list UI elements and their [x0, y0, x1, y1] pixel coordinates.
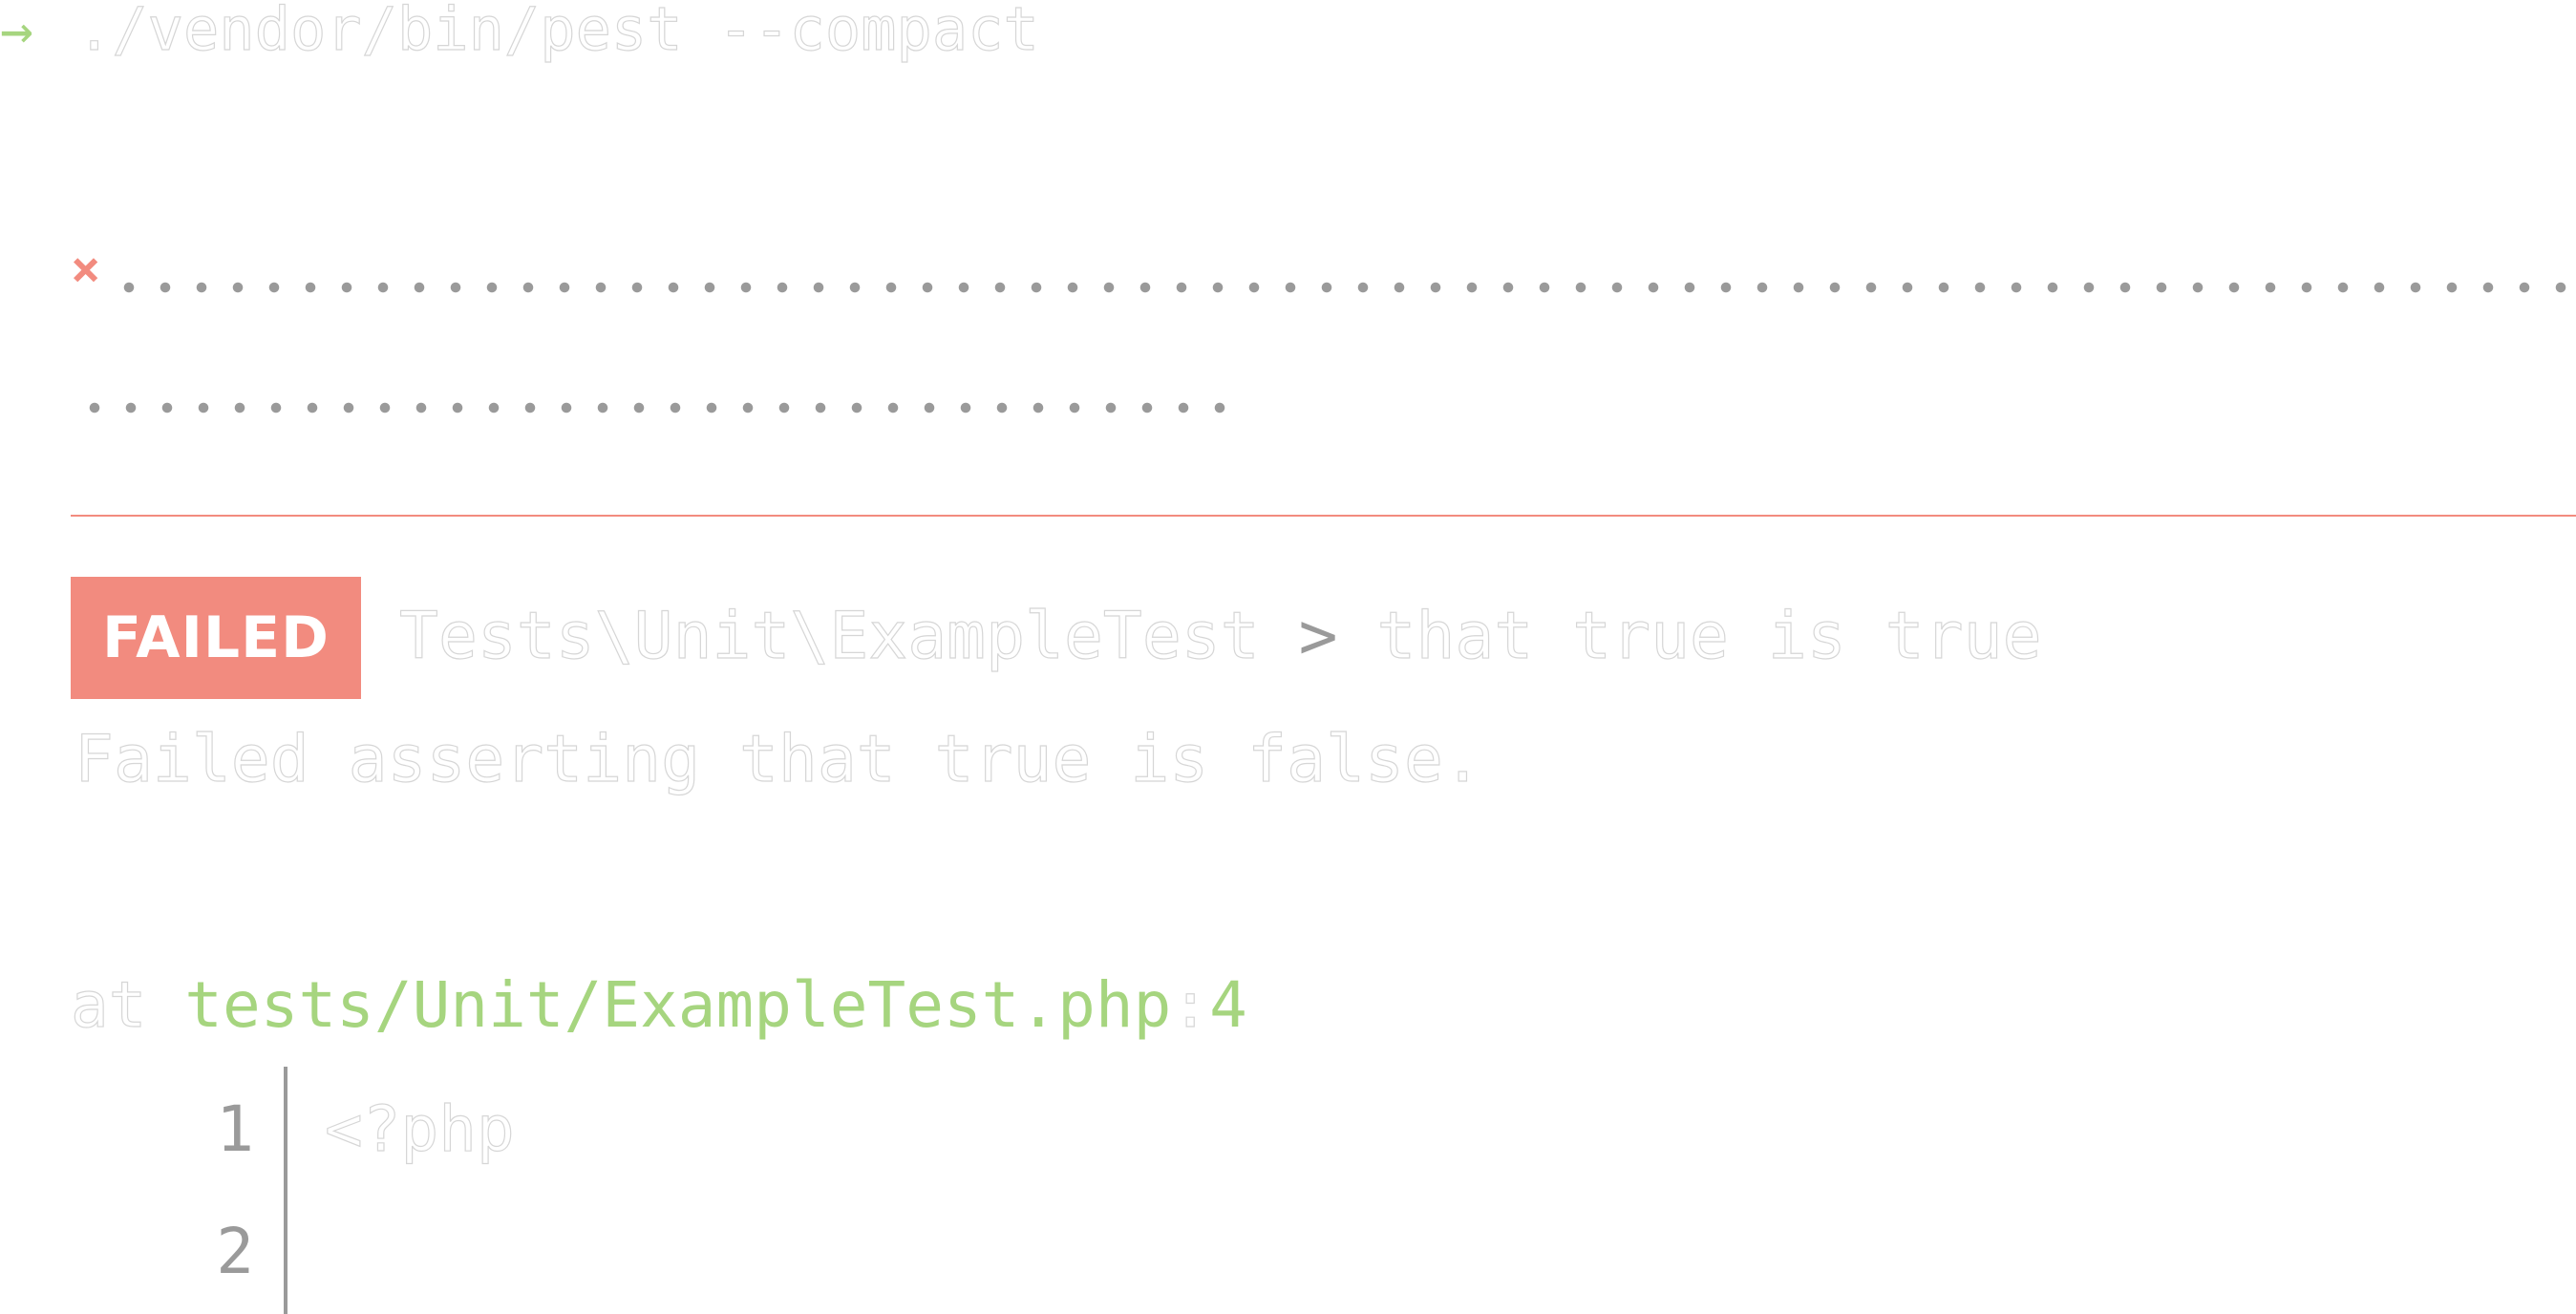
- failed-badge: FAILED: [71, 577, 361, 699]
- failure-divider: [71, 515, 2576, 517]
- test-class: Tests\Unit\ExampleTest: [398, 599, 1260, 674]
- progress-dots-row-2: [76, 401, 1238, 414]
- failure-message: Failed asserting that true is false.: [74, 722, 1482, 797]
- location-colon: :: [1171, 968, 1210, 1042]
- at-label: at: [70, 968, 147, 1042]
- code-line-number: 1: [216, 1092, 254, 1166]
- test-separator: >: [1298, 599, 1338, 674]
- file-path[interactable]: tests/Unit/ExampleTest.php: [184, 968, 1171, 1042]
- fail-marker-icon: ×: [71, 241, 101, 298]
- code-line-number: 2: [216, 1215, 254, 1288]
- code-line: <?php: [324, 1092, 515, 1166]
- progress-dots-row-1: [111, 281, 2576, 294]
- command-text: ./vendor/bin/pest --compact: [75, 0, 1039, 64]
- test-description: that true is true: [1376, 599, 2042, 674]
- code-gutter: [284, 1067, 287, 1314]
- prompt-arrow-icon: →: [0, 0, 33, 62]
- line-number: 4: [1209, 968, 1247, 1042]
- failed-test-title: Tests\Unit\ExampleTest > that true is tr…: [398, 604, 2042, 669]
- failure-location: at tests/Unit/ExampleTest.php:4: [70, 973, 1246, 1037]
